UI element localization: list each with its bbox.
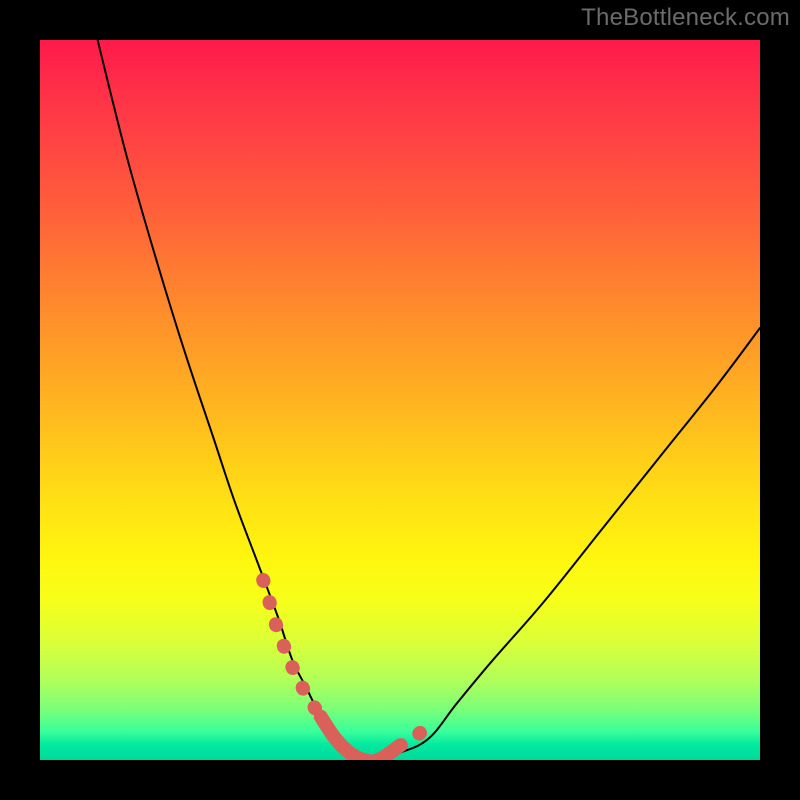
- highlight-left: [263, 580, 321, 717]
- curve-svg: [40, 40, 760, 760]
- bottleneck-curve-path: [98, 40, 760, 760]
- plot-area: [40, 40, 760, 760]
- highlight-bottom: [321, 717, 400, 760]
- watermark-text: TheBottleneck.com: [581, 4, 790, 32]
- chart-container: TheBottleneck.com: [0, 0, 800, 800]
